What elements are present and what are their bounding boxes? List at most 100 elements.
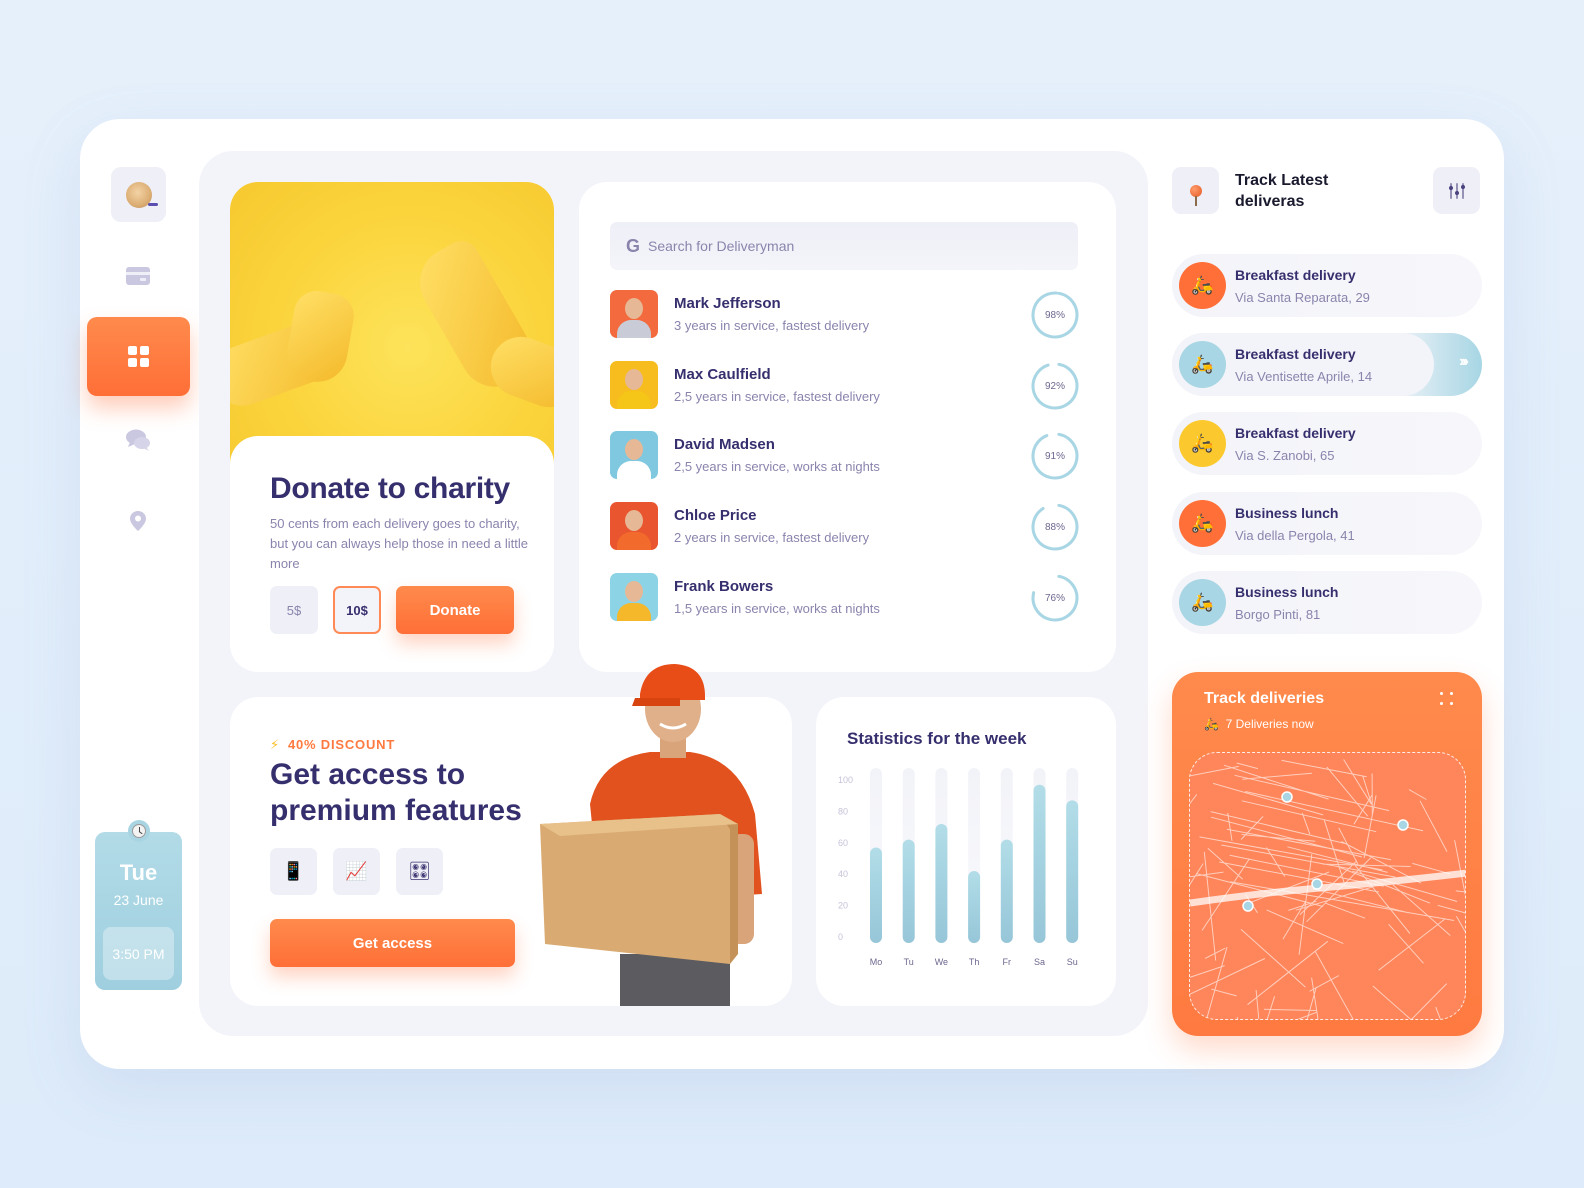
y-tick-label: 80 (838, 806, 848, 816)
feature-mobile-button[interactable]: 📱 (270, 848, 317, 895)
grid-icon (128, 346, 149, 367)
delivery-track-item[interactable]: ››› 🛵 Breakfast delivery Via Ventisette A… (1172, 333, 1482, 396)
deliveryman-name: David Madsen (674, 436, 775, 453)
y-tick-label: 20 (838, 901, 848, 911)
delivery-address: Borgo Pinti, 81 (1235, 607, 1321, 622)
deliveryman-row[interactable]: Chloe Price 2 years in service, fastest … (610, 502, 1080, 552)
delivery-track-item[interactable]: 🛵 Breakfast delivery Via Santa Reparata,… (1172, 254, 1482, 317)
bar-su[interactable] (1066, 800, 1079, 943)
user-avatar[interactable] (111, 167, 166, 222)
deliveryman-row[interactable]: David Madsen 2,5 years in service, works… (610, 431, 1080, 481)
track-deliveries-card: Track deliveries 🛵 7 Deliveries now (1172, 672, 1482, 1036)
delivery-track-item[interactable]: 🛵 Breakfast delivery Via S. Zanobi, 65 (1172, 412, 1482, 475)
sidebar-item-messages[interactable] (118, 420, 158, 460)
deliveryman-name: Mark Jefferson (674, 295, 781, 312)
delivery-name: Breakfast delivery (1235, 267, 1356, 283)
x-tick-label: Th (969, 957, 980, 967)
amount-5-button[interactable]: 5$ (270, 586, 318, 634)
x-tick-label: Tu (904, 957, 914, 967)
delivery-marker[interactable] (1281, 791, 1293, 803)
sidebar-item-cards[interactable] (118, 256, 158, 296)
filter-button[interactable] (1433, 167, 1480, 214)
delivery-name: Business lunch (1235, 584, 1339, 600)
deliveryman-details: 1,5 years in service, works at nights (674, 601, 880, 616)
y-tick-label: 40 (838, 869, 848, 879)
deliveryman-details: 2 years in service, fastest delivery (674, 530, 870, 545)
donate-title: Donate to charity (270, 472, 510, 505)
location-pin-button[interactable] (1172, 167, 1219, 214)
google-g-icon: G (626, 235, 641, 256)
delivery-address: Via Ventisette Aprile, 14 (1235, 369, 1373, 384)
sidebar-item-dashboard[interactable] (87, 317, 190, 396)
bar-fr[interactable] (1000, 839, 1013, 943)
sidebar-item-locations[interactable] (118, 501, 158, 541)
donate-description: 50 cents from each delivery goes to char… (270, 516, 529, 571)
y-tick-label: 100 (838, 775, 853, 785)
delivery-track-item[interactable]: 🛵 Business lunch Borgo Pinti, 81 (1172, 571, 1482, 634)
deliveryman-photo (610, 502, 658, 550)
amount-10-button[interactable]: 10$ (333, 586, 381, 634)
statistics-card: Statistics for the week 0 20 40 60 80 100 Mo Tu… (816, 697, 1116, 1006)
city-map[interactable] (1189, 752, 1466, 1020)
date-widget: Tue 23 June 3:50 PM (95, 832, 182, 990)
clock-icon (128, 820, 150, 842)
deliverymen-card: G Mark Jefferson 3 years in service, fas… (579, 182, 1116, 672)
y-tick-label: 0 (838, 932, 843, 942)
delivery-name: Breakfast delivery (1235, 346, 1356, 362)
x-tick-label: Mo (870, 957, 883, 967)
courier-image (540, 664, 762, 1006)
deliveryman-photo (610, 361, 658, 409)
deliveryman-name: Max Caulfield (674, 366, 771, 383)
deliveryman-details: 3 years in service, fastest delivery (674, 318, 870, 333)
x-tick-label: Fr (1003, 957, 1012, 967)
deliveryman-name: Frank Bowers (674, 578, 774, 595)
deliveryman-row[interactable]: Mark Jefferson 3 years in service, faste… (610, 290, 1080, 340)
map-subtitle: 🛵 7 Deliveries now (1204, 717, 1314, 731)
scooter-icon: 🛵 (1179, 500, 1226, 547)
chart-increasing-icon: 📈 (345, 861, 368, 881)
weekly-bar-chart: 0 20 40 60 80 100 Mo Tu We Th Fr Sa Su (838, 768, 1079, 967)
mobile-phone-icon: 📱 (282, 861, 305, 881)
deliveryman-details: 2,5 years in service, fastest delivery (674, 389, 880, 404)
street-map (1190, 759, 1465, 1019)
delivery-track-item[interactable]: 🛵 Business lunch Via della Pergola, 41 (1172, 492, 1482, 555)
location-pin-icon (130, 511, 146, 531)
delivery-marker[interactable] (1397, 819, 1409, 831)
sliders-icon (1448, 182, 1465, 199)
credit-card-icon (126, 267, 150, 285)
map-title: Track deliveries (1204, 690, 1325, 707)
rating-value: 91% (1044, 450, 1065, 462)
scooter-icon: 🛵 (1204, 717, 1219, 731)
rating-value: 92% (1044, 380, 1065, 392)
feature-controls-button[interactable]: 🎛 (396, 848, 443, 895)
donate-button[interactable]: Donate (396, 586, 514, 634)
feature-chart-button[interactable]: 📈 (333, 848, 380, 895)
bar-th[interactable] (968, 871, 981, 943)
lightning-icon: ⚡ (270, 737, 280, 752)
delivery-marker[interactable] (1311, 878, 1323, 890)
rating-value: 76% (1044, 592, 1065, 604)
more-options-icon[interactable] (1440, 692, 1454, 706)
get-access-button[interactable]: Get access (270, 919, 515, 967)
search-box[interactable]: G (610, 222, 1078, 270)
bar-mo[interactable] (870, 847, 882, 943)
premium-title: Get access to premium features (270, 758, 522, 827)
deliveryman-details: 2,5 years in service, works at nights (674, 459, 880, 474)
control-knobs-icon: 🎛 (408, 861, 431, 881)
delivery-address: Via Santa Reparata, 29 (1235, 290, 1370, 305)
discount-label: 40% DISCOUNT (287, 737, 396, 752)
bar-sa[interactable] (1033, 784, 1046, 943)
delivery-name: Breakfast delivery (1235, 425, 1356, 441)
search-input[interactable] (648, 238, 1029, 254)
rating-value: 98% (1044, 309, 1065, 321)
donate-body: Donate to charity 50 cents from each del… (230, 436, 554, 672)
delivery-marker[interactable] (1242, 900, 1254, 912)
x-tick-label: Su (1067, 957, 1078, 967)
deliveryman-row[interactable]: Max Caulfield 2,5 years in service, fast… (610, 361, 1080, 411)
scooter-icon: 🛵 (1179, 262, 1226, 309)
deliveryman-row[interactable]: Frank Bowers 1,5 years in service, works… (610, 573, 1080, 623)
bar-tu[interactable] (902, 839, 915, 943)
y-tick-label: 60 (838, 838, 848, 848)
bar-we[interactable] (935, 823, 948, 943)
chevrons-right-icon[interactable]: ››› (1459, 353, 1469, 371)
